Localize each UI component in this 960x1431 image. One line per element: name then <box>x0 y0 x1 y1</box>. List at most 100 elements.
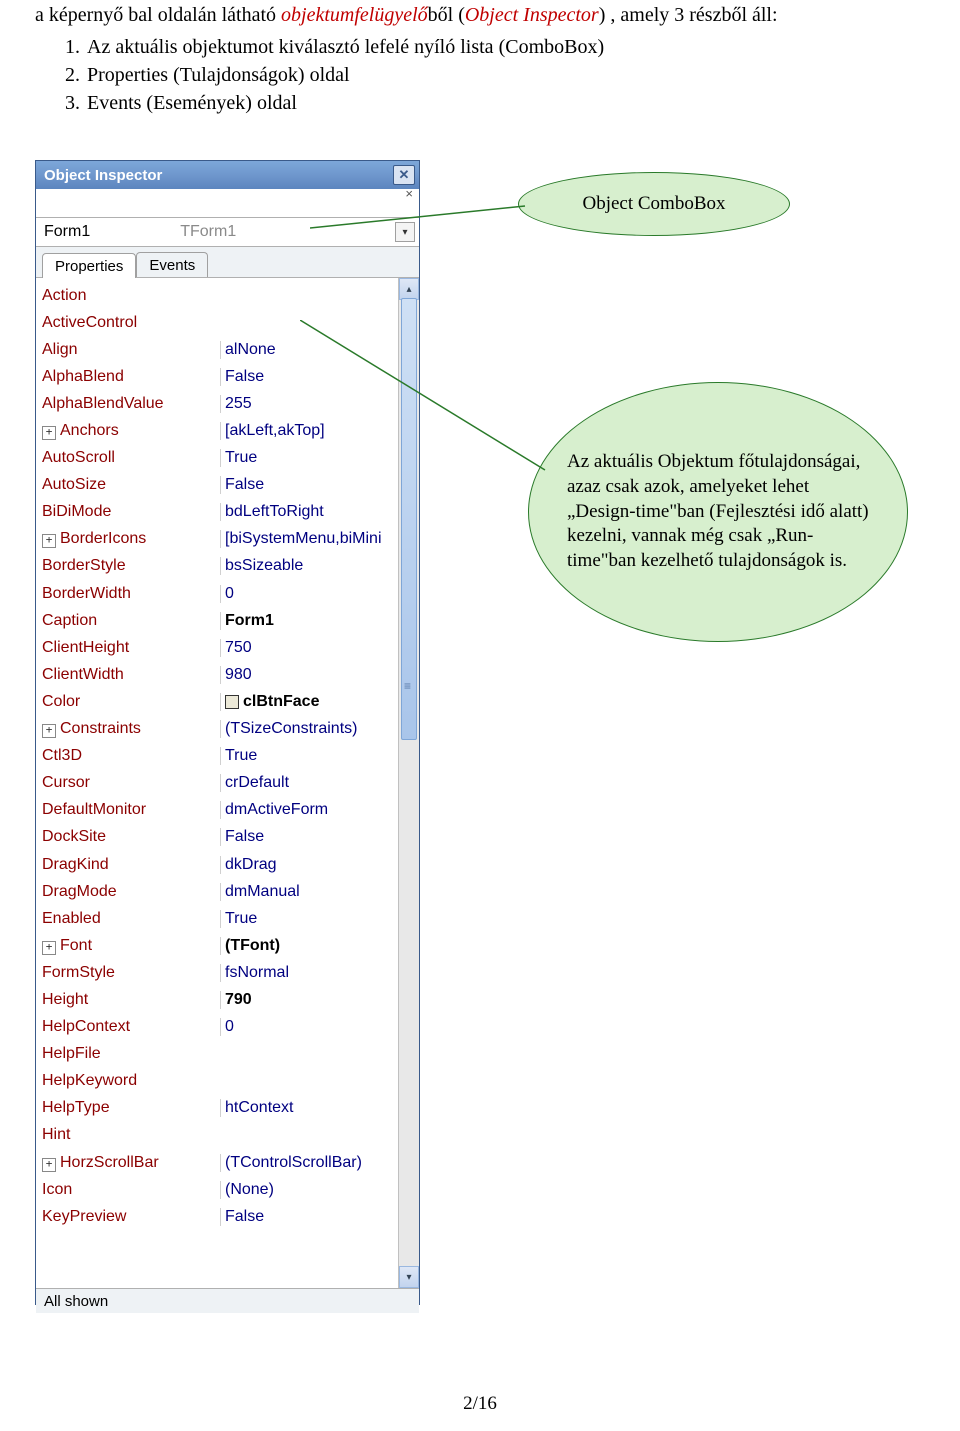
property-value[interactable]: dkDrag <box>220 856 399 874</box>
property-row[interactable]: HelpContext0 <box>36 1014 399 1041</box>
property-row[interactable]: Action <box>36 282 399 309</box>
property-row[interactable]: AlphaBlendValue255 <box>36 390 399 417</box>
property-row[interactable]: DragModedmManual <box>36 878 399 905</box>
property-value[interactable]: (TControlScrollBar) <box>220 1154 399 1172</box>
expand-icon[interactable]: + <box>42 426 56 440</box>
property-row[interactable]: ClientHeight750 <box>36 634 399 661</box>
property-row[interactable]: Ctl3DTrue <box>36 743 399 770</box>
property-row[interactable]: +HorzScrollBar(TControlScrollBar) <box>36 1149 399 1176</box>
property-name: ClientHeight <box>36 639 220 657</box>
property-row[interactable]: +Constraints(TSizeConstraints) <box>36 716 399 743</box>
property-value[interactable]: alNone <box>220 341 399 359</box>
property-value[interactable]: bsSizeable <box>220 557 399 575</box>
property-value[interactable]: (TSizeConstraints) <box>220 720 399 738</box>
property-row[interactable]: Height790 <box>36 986 399 1013</box>
scrollbar-thumb[interactable] <box>401 298 417 740</box>
property-value[interactable]: False <box>220 1208 399 1226</box>
property-row[interactable]: HelpTypehtContext <box>36 1095 399 1122</box>
expand-icon[interactable]: + <box>42 941 56 955</box>
property-row[interactable]: ActiveControl <box>36 309 399 336</box>
expand-icon[interactable]: + <box>42 534 56 548</box>
property-row[interactable]: CursorcrDefault <box>36 770 399 797</box>
property-value[interactable]: dmManual <box>220 883 399 901</box>
property-row[interactable]: ColorclBtnFace <box>36 688 399 715</box>
property-name: +HorzScrollBar <box>36 1154 220 1172</box>
intro-list-item: Az aktuális objektumot kiválasztó lefelé… <box>87 36 604 58</box>
property-row[interactable]: AutoSizeFalse <box>36 472 399 499</box>
property-value[interactable]: True <box>220 449 399 467</box>
property-value[interactable]: 750 <box>220 639 399 657</box>
property-row[interactable]: AlphaBlendFalse <box>36 363 399 390</box>
property-row[interactable]: DragKinddkDrag <box>36 851 399 878</box>
expand-icon[interactable]: + <box>42 724 56 738</box>
intro-paragraph: a képernyő bal oldalán látható objektumf… <box>0 0 960 117</box>
property-value[interactable]: False <box>220 828 399 846</box>
property-value[interactable]: [biSystemMenu,biMini <box>220 530 399 548</box>
property-name: +BorderIcons <box>36 530 220 548</box>
property-name: BiDiMode <box>36 503 220 521</box>
vertical-scrollbar[interactable]: ▴ ▾ <box>398 278 419 1288</box>
property-value[interactable]: True <box>220 910 399 928</box>
scroll-up-icon[interactable]: ▴ <box>399 278 419 300</box>
property-row[interactable]: Icon(None) <box>36 1176 399 1203</box>
property-value[interactable]: clBtnFace <box>220 693 399 711</box>
property-value[interactable]: 0 <box>220 1018 399 1036</box>
object-combobox[interactable]: Form1 TForm1 ▾ <box>36 218 419 247</box>
property-row[interactable]: +Anchors[akLeft,akTop] <box>36 417 399 444</box>
chevron-down-icon[interactable]: ▾ <box>395 222 415 242</box>
property-value[interactable]: False <box>220 476 399 494</box>
property-row[interactable]: +BorderIcons[biSystemMenu,biMini <box>36 526 399 553</box>
property-row[interactable]: FormStylefsNormal <box>36 959 399 986</box>
property-value[interactable]: bdLeftToRight <box>220 503 399 521</box>
status-text: All shown <box>44 1293 108 1310</box>
property-value[interactable]: (None) <box>220 1181 399 1199</box>
object-inspector-panel: Object Inspector ✕ × Form1 TForm1 ▾ Prop… <box>35 160 420 1305</box>
property-row[interactable]: +Font(TFont) <box>36 932 399 959</box>
close-icon[interactable]: ✕ <box>393 165 415 185</box>
expand-icon[interactable]: + <box>42 1158 56 1172</box>
property-row[interactable]: AutoScrollTrue <box>36 445 399 472</box>
property-value[interactable]: dmActiveForm <box>220 801 399 819</box>
property-row[interactable]: ClientWidth980 <box>36 661 399 688</box>
property-row[interactable]: AlignalNone <box>36 336 399 363</box>
property-name: Height <box>36 991 220 1009</box>
property-row[interactable]: DockSiteFalse <box>36 824 399 851</box>
property-row[interactable]: DefaultMonitordmActiveForm <box>36 797 399 824</box>
intro-list: 1.Az aktuális objektumot kiválasztó lefe… <box>65 33 925 117</box>
property-row[interactable]: CaptionForm1 <box>36 607 399 634</box>
property-row[interactable]: EnabledTrue <box>36 905 399 932</box>
property-name: ClientWidth <box>36 666 220 684</box>
property-row[interactable]: BiDiModebdLeftToRight <box>36 499 399 526</box>
panel-close-x-icon[interactable]: × <box>405 186 413 201</box>
property-value[interactable]: crDefault <box>220 774 399 792</box>
intro-pre: a képernyő bal oldalán látható <box>35 4 281 26</box>
intro-list-item: Properties (Tulajdonságok) oldal <box>87 64 350 86</box>
scroll-down-icon[interactable]: ▾ <box>399 1266 419 1288</box>
intro-term-red: objektumfelügyelő <box>281 4 428 26</box>
tab-events[interactable]: Events <box>136 252 208 277</box>
property-row[interactable]: Hint <box>36 1122 399 1149</box>
property-row[interactable]: HelpKeyword <box>36 1068 399 1095</box>
property-row[interactable]: BorderStylebsSizeable <box>36 553 399 580</box>
property-name: FormStyle <box>36 964 220 982</box>
property-value[interactable]: True <box>220 747 399 765</box>
property-value[interactable]: 255 <box>220 395 399 413</box>
property-name: AlphaBlendValue <box>36 395 220 413</box>
property-value[interactable]: htContext <box>220 1099 399 1117</box>
property-value[interactable]: [akLeft,akTop] <box>220 422 399 440</box>
property-name: Ctl3D <box>36 747 220 765</box>
property-row[interactable]: HelpFile <box>36 1041 399 1068</box>
property-value[interactable]: fsNormal <box>220 964 399 982</box>
inspector-titlebar[interactable]: Object Inspector ✕ <box>36 161 419 189</box>
property-value[interactable]: (TFont) <box>220 937 399 955</box>
tab-properties[interactable]: Properties <box>42 253 136 278</box>
property-name: DragMode <box>36 883 220 901</box>
property-name: BorderStyle <box>36 557 220 575</box>
property-value[interactable]: 980 <box>220 666 399 684</box>
property-row[interactable]: BorderWidth0 <box>36 580 399 607</box>
property-value[interactable]: 790 <box>220 991 399 1009</box>
property-row[interactable]: KeyPreviewFalse <box>36 1203 399 1230</box>
property-value[interactable]: 0 <box>220 585 399 603</box>
property-value[interactable]: False <box>220 368 399 386</box>
property-value[interactable]: Form1 <box>220 612 399 630</box>
